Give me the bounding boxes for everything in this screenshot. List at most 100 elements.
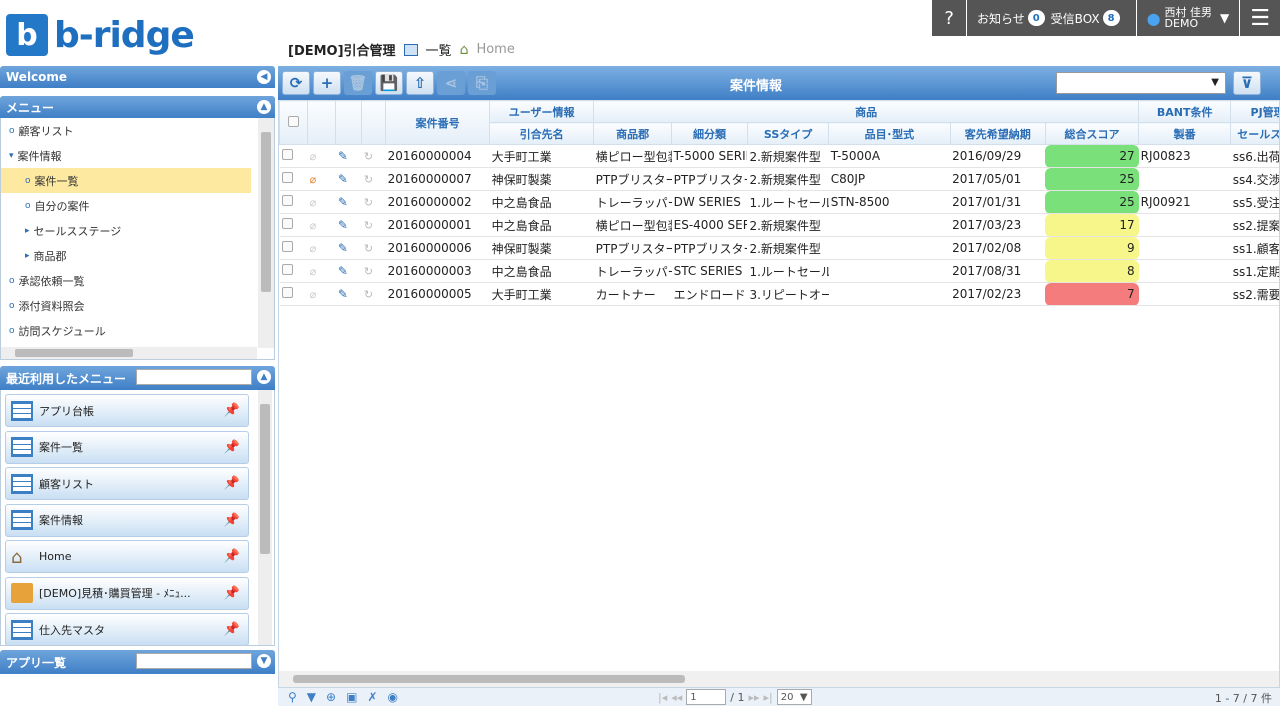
cell-score[interactable]: 25 — [1045, 190, 1139, 214]
col-no[interactable]: 案件番号 — [385, 100, 491, 145]
menu-item[interactable]: o 顧客リスト — [1, 118, 251, 143]
cell-score[interactable]: 8 — [1045, 259, 1139, 283]
upload-button[interactable]: ⇧ — [406, 71, 434, 95]
pin-icon[interactable]: 📌 — [224, 513, 240, 528]
cell-model[interactable] — [828, 282, 951, 306]
cell-model[interactable] — [828, 259, 951, 283]
recent-search-input[interactable] — [136, 369, 252, 385]
menu-hscroll[interactable] — [1, 347, 257, 359]
pin-icon[interactable]: ✗ — [367, 690, 377, 704]
cell-date[interactable]: 2017/01/31 — [950, 190, 1046, 214]
next-page-button[interactable]: ▸▸ — [748, 691, 759, 704]
cell-customer[interactable]: 神保町製薬 — [489, 236, 594, 260]
cell-ss[interactable]: 2.新規案件型 — [747, 213, 829, 237]
cell-stage[interactable]: ss6.出荷 — [1230, 144, 1279, 168]
row-checkbox[interactable] — [281, 287, 293, 298]
select-all-checkbox[interactable] — [288, 115, 300, 127]
history-icon[interactable]: ↻ — [364, 150, 373, 163]
recent-item[interactable]: 仕入先マスタ 📌 — [5, 613, 249, 645]
row-checkbox[interactable] — [281, 195, 293, 206]
notice-button[interactable]: お知らせ 0 受信BOX 8 — [966, 0, 1136, 36]
row-checkbox[interactable] — [281, 264, 293, 275]
cell-customer[interactable]: 中之島食品 — [489, 213, 594, 237]
cell-date[interactable]: 2017/05/01 — [950, 167, 1046, 191]
cell-stage[interactable]: ss2.提案 — [1230, 213, 1279, 237]
cell-sub[interactable]: T-5000 SERIES — [671, 144, 748, 168]
table-row[interactable]: ⌀ ✎ ↻ 20160000001中之島食品横ピロー型包装機ES-4000 SERIE… — [279, 213, 1279, 237]
table-row[interactable]: ⌀ ✎ ↻ 20160000003 中之島食品 トレーラッパー STC SERIES 1.ルー… — [279, 259, 1279, 283]
col-stage[interactable]: セールス — [1230, 122, 1279, 145]
copy-button[interactable]: ⎘ — [468, 71, 496, 95]
user-menu[interactable]: ● 西村 佳男 DEMO ▼ — [1136, 0, 1240, 36]
pin-icon[interactable]: 📌 — [224, 440, 240, 455]
cell-no[interactable]: 20160000007 — [385, 167, 490, 191]
cell-model[interactable] — [828, 236, 951, 260]
recent-vscroll-thumb[interactable] — [260, 404, 270, 554]
col-ss[interactable]: SSタイプ — [746, 122, 830, 145]
edit-pencil-icon[interactable]: ✎ — [338, 195, 348, 209]
row-checkbox[interactable] — [281, 218, 293, 229]
cell-date[interactable]: 2017/02/08 — [950, 236, 1046, 260]
download-icon[interactable]: ⊕ — [326, 690, 336, 704]
cell-no[interactable]: 20160000006 — [385, 236, 490, 260]
collapse-up-icon[interactable]: ▲ — [257, 370, 271, 384]
recent-item[interactable]: 顧客リスト 📌 — [5, 467, 249, 500]
cell-pj-no[interactable]: RJ00921 — [1138, 190, 1231, 214]
col-sub[interactable]: 細分類 — [671, 122, 748, 145]
row-checkbox[interactable] — [281, 149, 293, 160]
cell-sub[interactable]: エンドロードカートナー — [671, 282, 748, 306]
paperclip-icon[interactable]: ⌀ — [310, 150, 317, 163]
history-icon[interactable]: ↻ — [364, 242, 373, 255]
menu-item[interactable]: ▸ 商品郡 — [1, 243, 251, 268]
history-icon[interactable]: ↻ — [364, 219, 373, 232]
pin-icon[interactable]: 📌 — [224, 622, 240, 637]
cell-pj-no[interactable] — [1138, 282, 1231, 306]
cell-no[interactable]: 20160000004 — [385, 144, 490, 168]
cell-ss[interactable]: 1.ルートセールス型 — [747, 190, 829, 214]
cell-customer[interactable]: 大手町工業 — [489, 282, 594, 306]
last-page-button[interactable]: ▸| — [764, 691, 773, 704]
menu-vscroll[interactable] — [258, 118, 274, 348]
cell-ss[interactable]: 1.ルートセールス型 — [747, 259, 829, 283]
col-prod-group[interactable]: 商品郡 — [593, 122, 673, 145]
apps-panel-header[interactable]: アプリ一覧 ▼ — [0, 650, 275, 674]
recent-vscroll[interactable] — [258, 390, 272, 645]
menu-item[interactable]: ▾ 案件情報 — [1, 143, 251, 168]
table-row[interactable]: ⌀✎↻20160000007神保町製薬PTPブリスター包装機PTPブリスター包装… — [279, 167, 1279, 191]
table-row[interactable]: ⌀ ✎ ↻ 20160000002 中之島食品 トレーラッパー DW SERIES 1.ルート… — [279, 190, 1279, 214]
cell-prod-group[interactable]: トレーラッパー — [593, 190, 672, 214]
col-customer[interactable]: 引合先名 — [489, 122, 595, 145]
cell-date[interactable]: 2017/02/23 — [950, 282, 1046, 306]
view-icon[interactable]: ◉ — [388, 690, 398, 704]
cell-model[interactable] — [828, 213, 951, 237]
prev-page-button[interactable]: ◂◂ — [671, 691, 682, 704]
col-date[interactable]: 客先希望納期 — [949, 122, 1046, 145]
cell-date[interactable]: 2017/08/31 — [950, 259, 1046, 283]
edit-pencil-icon[interactable]: ✎ — [338, 149, 348, 163]
apps-search-input[interactable] — [136, 653, 252, 669]
cell-ss[interactable]: 3.リピートオーダー型 — [747, 282, 829, 306]
cell-stage[interactable]: ss5.受注 — [1230, 190, 1279, 214]
menu-panel-header[interactable]: メニュー ▲ — [0, 96, 275, 118]
share-button[interactable]: ⋖ — [437, 71, 465, 95]
history-icon[interactable]: ↻ — [364, 288, 373, 301]
cell-score[interactable]: 7 — [1045, 282, 1139, 306]
recent-panel-header[interactable]: 最近利用したメニュー ▲ — [0, 366, 275, 390]
help-button[interactable]: ? — [932, 0, 966, 36]
menu-item[interactable]: ▸ セールスステージ — [1, 218, 251, 243]
page-size-select[interactable]: 20 ▼ — [776, 689, 812, 705]
cell-pj-no[interactable] — [1138, 213, 1231, 237]
home-link[interactable]: Home — [476, 42, 514, 57]
cell-date[interactable]: 2017/03/23 — [950, 213, 1046, 237]
cell-score[interactable]: 27 — [1045, 144, 1139, 168]
cell-customer[interactable]: 中之島食品 — [489, 190, 594, 214]
hamburger-menu-icon[interactable]: ☰ — [1240, 0, 1280, 36]
cell-prod-group[interactable]: 横ピロー型包装機 — [593, 144, 672, 168]
recent-item[interactable]: 案件一覧 📌 — [5, 430, 249, 464]
view-select[interactable]: ▼ — [1056, 72, 1226, 94]
edit-pencil-icon[interactable]: ✎ — [338, 287, 348, 301]
row-checkbox[interactable] — [281, 172, 293, 183]
col-model[interactable]: 品目･型式 — [828, 122, 951, 145]
cell-pj-no[interactable]: RJ00823 — [1138, 144, 1231, 168]
recent-item[interactable]: 案件情報 📌 — [5, 503, 249, 537]
